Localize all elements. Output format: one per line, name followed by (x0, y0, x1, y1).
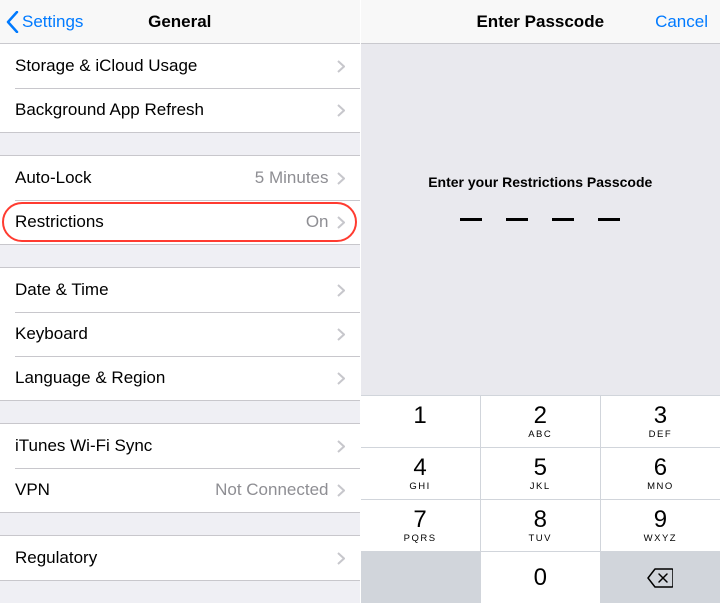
key-letters: WXYZ (644, 533, 677, 543)
key-digit: 5 (534, 456, 547, 480)
chevron-right-icon (337, 172, 345, 185)
key-letters: TUV (528, 533, 552, 543)
key-letters: JKL (530, 481, 551, 491)
key-digit: 6 (654, 456, 667, 480)
back-button[interactable]: Settings (6, 11, 83, 33)
keypad-0[interactable]: 0 (481, 552, 600, 603)
cell-label: Keyboard (15, 324, 337, 344)
settings-group: Auto-Lock 5 Minutes Restrictions On (0, 155, 360, 245)
cell-label: Background App Refresh (15, 100, 337, 120)
cell-label: Language & Region (15, 368, 337, 388)
chevron-right-icon (337, 216, 345, 229)
cancel-button[interactable]: Cancel (655, 12, 708, 32)
key-digit: 0 (534, 566, 547, 590)
cell-regulatory[interactable]: Regulatory (0, 536, 360, 580)
cell-language-region[interactable]: Language & Region (0, 356, 360, 400)
key-digit: 9 (654, 508, 667, 532)
cell-background-app-refresh[interactable]: Background App Refresh (0, 88, 360, 132)
chevron-right-icon (337, 284, 345, 297)
chevron-right-icon (337, 372, 345, 385)
cell-vpn[interactable]: VPN Not Connected (0, 468, 360, 512)
keypad-8[interactable]: 8 TUV (481, 500, 600, 551)
numeric-keypad: 1 2 ABC 3 DEF 4 GHI 5 JKL 6 MNO 7 PQRS 8 (361, 395, 720, 603)
cell-auto-lock[interactable]: Auto-Lock 5 Minutes (0, 156, 360, 200)
cell-keyboard[interactable]: Keyboard (0, 312, 360, 356)
back-label: Settings (22, 12, 83, 32)
keypad-6[interactable]: 6 MNO (601, 448, 720, 499)
key-letters: MNO (647, 481, 674, 491)
backspace-icon (647, 568, 673, 588)
passcode-dash (506, 218, 528, 221)
page-title: Enter Passcode (476, 12, 604, 32)
cell-label: Storage & iCloud Usage (15, 56, 337, 76)
keypad-blank (361, 552, 480, 603)
keypad-2[interactable]: 2 ABC (481, 396, 600, 447)
settings-general-pane: Settings General Storage & iCloud Usage … (0, 0, 361, 603)
passcode-dash (460, 218, 482, 221)
navbar: Enter Passcode Cancel (361, 0, 720, 44)
chevron-left-icon (6, 11, 19, 33)
settings-group: Storage & iCloud Usage Background App Re… (0, 44, 360, 133)
cell-date-time[interactable]: Date & Time (0, 268, 360, 312)
navbar: Settings General (0, 0, 360, 44)
cell-label: iTunes Wi-Fi Sync (15, 436, 337, 456)
passcode-pane: Enter Passcode Cancel Enter your Restric… (361, 0, 720, 603)
key-letters: DEF (649, 429, 673, 439)
settings-group: Date & Time Keyboard Language & Region (0, 267, 360, 401)
passcode-body: Enter your Restrictions Passcode (361, 44, 720, 395)
cell-detail: On (306, 212, 329, 232)
key-digit: 1 (413, 404, 426, 428)
keypad-4[interactable]: 4 GHI (361, 448, 480, 499)
keypad-5[interactable]: 5 JKL (481, 448, 600, 499)
key-digit: 3 (654, 404, 667, 428)
chevron-right-icon (337, 104, 345, 117)
chevron-right-icon (337, 484, 345, 497)
cell-label: Restrictions (15, 212, 306, 232)
page-title: General (148, 12, 211, 32)
passcode-dash (552, 218, 574, 221)
key-letters: ABC (528, 429, 552, 439)
keypad-backspace[interactable] (601, 552, 720, 603)
key-digit: 4 (413, 456, 426, 480)
keypad-1[interactable]: 1 (361, 396, 480, 447)
keypad-3[interactable]: 3 DEF (601, 396, 720, 447)
chevron-right-icon (337, 552, 345, 565)
passcode-prompt: Enter your Restrictions Passcode (428, 174, 652, 190)
settings-group: iTunes Wi-Fi Sync VPN Not Connected (0, 423, 360, 513)
passcode-dash (598, 218, 620, 221)
keypad-7[interactable]: 7 PQRS (361, 500, 480, 551)
cell-label: Auto-Lock (15, 168, 255, 188)
cell-detail: Not Connected (215, 480, 328, 500)
passcode-field (460, 218, 620, 221)
key-digit: 2 (534, 404, 547, 428)
cell-restrictions[interactable]: Restrictions On (0, 200, 360, 244)
cell-itunes-wifi-sync[interactable]: iTunes Wi-Fi Sync (0, 424, 360, 468)
keypad-9[interactable]: 9 WXYZ (601, 500, 720, 551)
key-digit: 7 (413, 508, 426, 532)
chevron-right-icon (337, 440, 345, 453)
key-digit: 8 (534, 508, 547, 532)
chevron-right-icon (337, 60, 345, 73)
chevron-right-icon (337, 328, 345, 341)
cell-label: VPN (15, 480, 215, 500)
settings-group: Regulatory (0, 535, 360, 581)
cell-label: Regulatory (15, 548, 337, 568)
cell-label: Date & Time (15, 280, 337, 300)
key-letters: PQRS (404, 533, 437, 543)
cell-storage-icloud[interactable]: Storage & iCloud Usage (0, 44, 360, 88)
key-letters: GHI (409, 481, 430, 491)
cell-detail: 5 Minutes (255, 168, 329, 188)
